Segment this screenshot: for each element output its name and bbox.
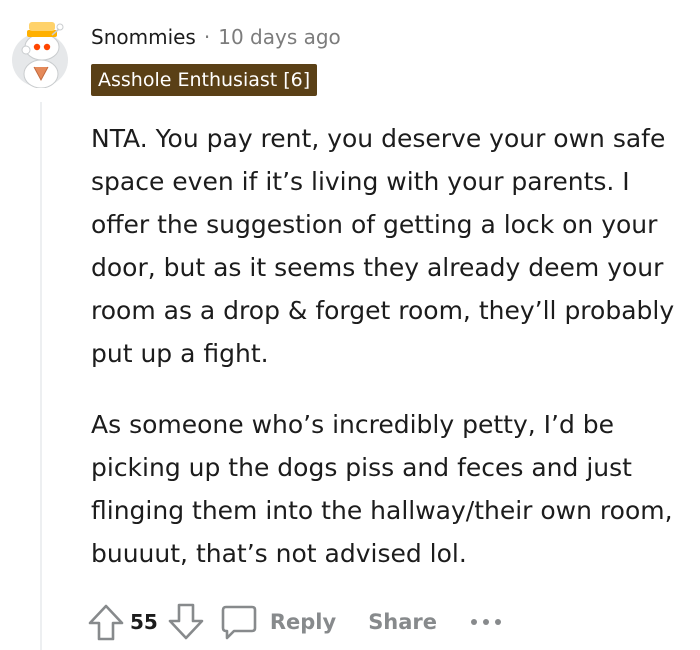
comment-body: NTA. You pay rent, you deserve your own … xyxy=(91,117,686,575)
share-button[interactable]: Share xyxy=(368,610,437,634)
timestamp[interactable]: 10 days ago xyxy=(218,25,341,49)
comment-paragraph: NTA. You pay rent, you deserve your own … xyxy=(91,124,675,368)
reply-label: Reply xyxy=(269,610,337,634)
separator-dot: · xyxy=(203,25,211,49)
user-flair: Asshole Enthusiast [6] xyxy=(91,64,318,96)
reply-button[interactable]: Reply xyxy=(220,602,336,642)
ellipsis-icon[interactable] xyxy=(469,615,503,629)
upvote-arrow-icon[interactable] xyxy=(86,602,126,642)
vote-count: 55 xyxy=(130,610,158,634)
comment-actions: 55 Reply Share xyxy=(86,600,503,644)
comment-header: Snommies · 10 days ago xyxy=(91,25,341,49)
downvote-arrow-icon[interactable] xyxy=(166,602,206,642)
chat-bubble-icon xyxy=(220,602,258,642)
thread-line[interactable] xyxy=(40,102,42,650)
user-avatar[interactable] xyxy=(8,14,74,89)
comment-paragraph: As someone who’s incredibly petty, I’d b… xyxy=(91,410,673,568)
username-link[interactable]: Snommies xyxy=(91,25,196,49)
